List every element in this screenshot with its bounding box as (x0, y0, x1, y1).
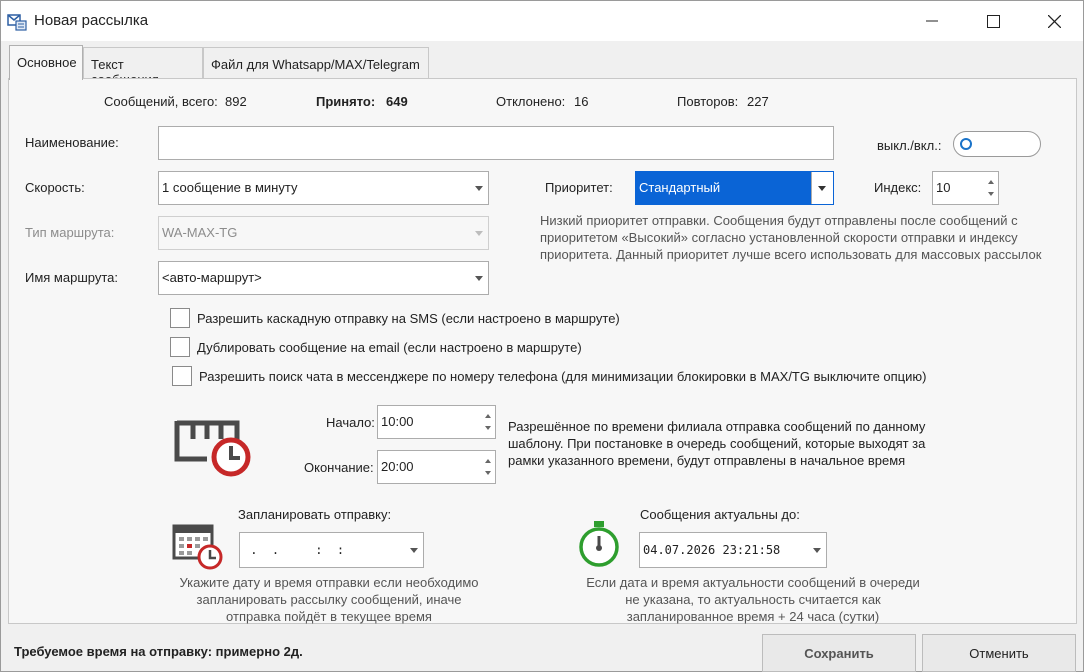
planned-send-label: Запланировать отправку: (238, 507, 392, 522)
route-type-select[interactable]: WA-MAX-TG (158, 216, 489, 250)
cancel-button-label: Отменить (969, 645, 1029, 661)
valid-until-note: Если дата и время актуальности сообщений… (586, 575, 920, 624)
time-window-note: Разрешённое по времени филиала отправка … (508, 419, 926, 468)
spin-down-icon[interactable] (485, 426, 491, 430)
stat-total-label: Сообщений, всего: (104, 94, 218, 109)
tab-label: Основное (17, 55, 77, 70)
priority-label: Приоритет: (545, 180, 613, 195)
stat-rejected-label: Отклонено: (496, 94, 566, 109)
calendar-clock-icon (173, 417, 255, 479)
end-time-value: 20:00 (381, 459, 414, 474)
title-bar: Новая рассылка (1, 1, 1083, 41)
toggle-label: выкл./вкл.: (877, 138, 942, 153)
priority-select[interactable]: Стандартный (635, 171, 834, 205)
spin-up-icon[interactable] (988, 180, 994, 184)
chevron-down-icon (410, 548, 418, 553)
priority-value: Стандартный (639, 180, 721, 195)
minimize-icon (926, 20, 938, 22)
spin-down-icon[interactable] (988, 192, 994, 196)
maximize-icon (986, 14, 1000, 28)
send-time-estimate: Требуемое время на отправку: примерно 2д… (14, 644, 303, 659)
cancel-button[interactable]: Отменить (922, 634, 1076, 672)
valid-until-label: Сообщения актуальны до: (640, 507, 800, 522)
spin-up-icon[interactable] (485, 459, 491, 463)
duplicate-email-checkbox[interactable] (170, 337, 190, 357)
chevron-down-icon (813, 548, 821, 553)
duplicate-email-label: Дублировать сообщение на email (если нас… (197, 340, 582, 355)
tab-main[interactable]: Основное (9, 45, 83, 80)
calendar-schedule-icon (172, 523, 224, 571)
stat-total-value: 892 (225, 94, 247, 109)
planned-send-datetime[interactable]: . . : : (239, 532, 424, 568)
tab-whatsapp-file[interactable]: Файл для Whatsapp/MAX/Telegram (203, 47, 429, 79)
route-name-label: Имя маршрута: (25, 270, 118, 285)
start-time-label: Начало: (326, 415, 375, 430)
start-time-value: 10:00 (381, 414, 414, 429)
planned-send-value: . . : : (243, 543, 345, 557)
cascade-sms-label: Разрешить каскадную отправку на SMS (есл… (197, 311, 620, 326)
spin-down-icon[interactable] (485, 471, 491, 475)
cascade-sms-checkbox[interactable] (170, 308, 190, 328)
toggle-knob (960, 138, 972, 150)
close-icon (1047, 14, 1061, 28)
index-value: 10 (936, 180, 951, 195)
stat-repeats-label: Повторов: (677, 94, 739, 109)
save-button-label: Сохранить (804, 645, 874, 661)
speed-label: Скорость: (25, 180, 85, 195)
planned-send-note: Укажите дату и время отправки если необх… (179, 575, 479, 624)
window-title: Новая рассылка (34, 12, 149, 29)
speed-select[interactable]: 1 сообщение в минуту (158, 171, 489, 205)
index-label: Индекс: (874, 180, 922, 195)
maximize-button[interactable] (970, 7, 1016, 35)
route-type-label: Тип маршрута: (25, 225, 115, 240)
valid-until-value: 04.07.2026 23:21:58 (643, 543, 781, 557)
stopwatch-icon (578, 520, 622, 570)
spin-up-icon[interactable] (485, 414, 491, 418)
chat-search-label: Разрешить поиск чата в мессенджере по но… (199, 369, 927, 384)
chevron-down-icon (475, 186, 483, 191)
app-icon (7, 13, 27, 31)
stat-rejected-value: 16 (574, 94, 589, 109)
tab-label: Файл для Whatsapp/MAX/Telegram (211, 57, 420, 72)
stat-accepted-value: 649 (386, 94, 408, 109)
speed-value: 1 сообщение в минуту (162, 180, 298, 195)
index-spinner[interactable]: 10 (932, 171, 999, 205)
tab-message-text[interactable]: Текст сообщения (83, 47, 203, 87)
start-time-spinner[interactable]: 10:00 (377, 405, 496, 439)
priority-note: Низкий приоритет отправки. Сообщения буд… (540, 213, 1042, 262)
enable-toggle[interactable] (953, 131, 1041, 157)
end-time-spinner[interactable]: 20:00 (377, 450, 496, 484)
route-type-value: WA-MAX-TG (162, 225, 238, 240)
end-time-label: Окончание: (304, 460, 374, 475)
close-button[interactable] (1031, 7, 1077, 35)
name-label: Наименование: (25, 135, 119, 150)
minimize-button[interactable] (909, 7, 955, 35)
name-input[interactable] (158, 126, 834, 160)
route-name-value: <авто-маршрут> (162, 270, 262, 285)
chat-search-checkbox[interactable] (172, 366, 192, 386)
chevron-down-icon (475, 276, 483, 281)
stat-repeats-value: 227 (747, 94, 769, 109)
chevron-down-icon (475, 231, 483, 236)
valid-until-datetime[interactable]: 04.07.2026 23:21:58 (639, 532, 827, 568)
stat-accepted-label: Принято: (316, 94, 376, 109)
save-button[interactable]: Сохранить (762, 634, 916, 672)
chevron-down-icon (818, 186, 826, 191)
new-mailing-window: Новая рассылка Основное Текст сообщения … (0, 0, 1084, 672)
route-name-select[interactable]: <авто-маршрут> (158, 261, 489, 295)
